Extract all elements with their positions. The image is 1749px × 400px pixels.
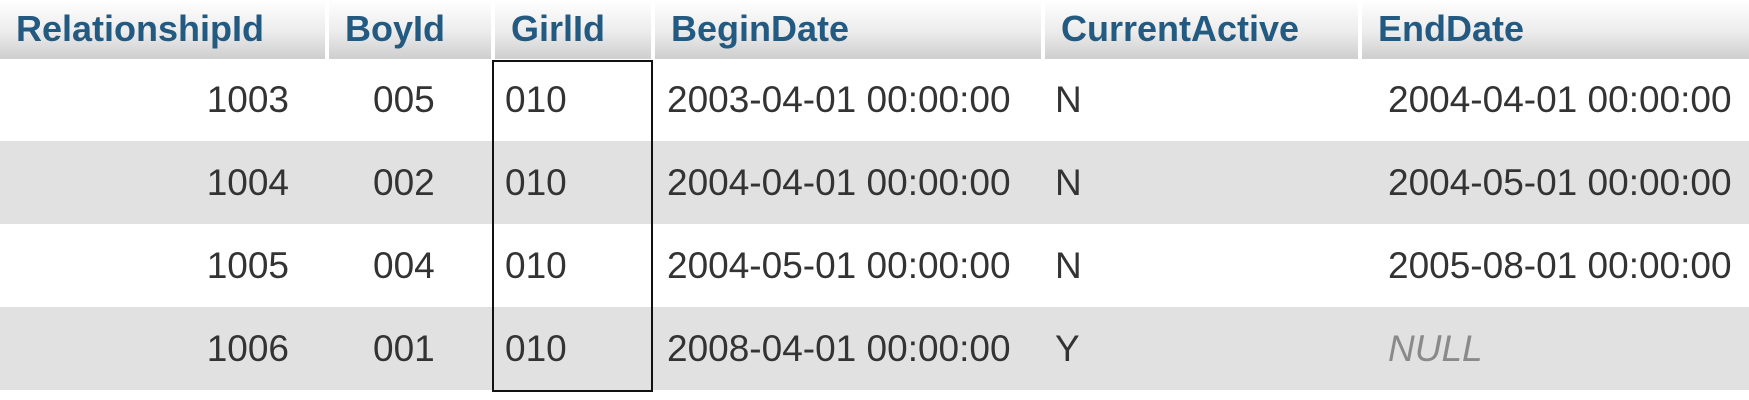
- cell-currentactive[interactable]: N: [1043, 141, 1360, 224]
- results-table: RelationshipId BoyId GirlId BeginDate Cu…: [0, 0, 1749, 390]
- column-header-begindate[interactable]: BeginDate: [651, 0, 1043, 59]
- table-row[interactable]: 1003 005 010 2003-04-01 00:00:00 N 2004-…: [0, 58, 1749, 141]
- column-header-relationshipid[interactable]: RelationshipId: [0, 0, 327, 59]
- cell-currentactive[interactable]: Y: [1043, 307, 1360, 390]
- cell-girlid[interactable]: 010: [493, 141, 653, 224]
- cell-enddate[interactable]: 2005-08-01 00:00:00: [1360, 224, 1749, 307]
- table-row[interactable]: 1005 004 010 2004-05-01 00:00:00 N 2005-…: [0, 224, 1749, 307]
- cell-relationshipid[interactable]: 1004: [0, 141, 327, 224]
- column-header-girlid[interactable]: GirlId: [491, 0, 653, 59]
- cell-currentactive[interactable]: N: [1043, 58, 1360, 141]
- result-grid: RelationshipId BoyId GirlId BeginDate Cu…: [0, 0, 1749, 400]
- cell-enddate[interactable]: 2004-05-01 00:00:00: [1360, 141, 1749, 224]
- cell-enddate[interactable]: 2004-04-01 00:00:00: [1360, 58, 1749, 141]
- cell-boyid[interactable]: 002: [327, 141, 493, 224]
- cell-boyid[interactable]: 001: [327, 307, 493, 390]
- cell-enddate-null[interactable]: NULL: [1360, 307, 1749, 390]
- cell-currentactive[interactable]: N: [1043, 224, 1360, 307]
- column-header-currentactive[interactable]: CurrentActive: [1041, 0, 1360, 59]
- cell-begindate[interactable]: 2008-04-01 00:00:00: [653, 307, 1043, 390]
- cell-girlid[interactable]: 010: [493, 58, 653, 141]
- cell-relationshipid[interactable]: 1003: [0, 58, 327, 141]
- cell-girlid[interactable]: 010: [493, 224, 653, 307]
- cell-begindate[interactable]: 2004-04-01 00:00:00: [653, 141, 1043, 224]
- cell-begindate[interactable]: 2003-04-01 00:00:00: [653, 58, 1043, 141]
- cell-girlid[interactable]: 010: [493, 307, 653, 390]
- cell-relationshipid[interactable]: 1005: [0, 224, 327, 307]
- table-row[interactable]: 1004 002 010 2004-04-01 00:00:00 N 2004-…: [0, 141, 1749, 224]
- cell-relationshipid[interactable]: 1006: [0, 307, 327, 390]
- header-row: RelationshipId BoyId GirlId BeginDate Cu…: [0, 0, 1749, 59]
- column-header-enddate[interactable]: EndDate: [1358, 0, 1749, 59]
- cell-begindate[interactable]: 2004-05-01 00:00:00: [653, 224, 1043, 307]
- cell-boyid[interactable]: 005: [327, 58, 493, 141]
- column-header-boyid[interactable]: BoyId: [325, 0, 493, 59]
- cell-boyid[interactable]: 004: [327, 224, 493, 307]
- table-row[interactable]: 1006 001 010 2008-04-01 00:00:00 Y NULL: [0, 307, 1749, 390]
